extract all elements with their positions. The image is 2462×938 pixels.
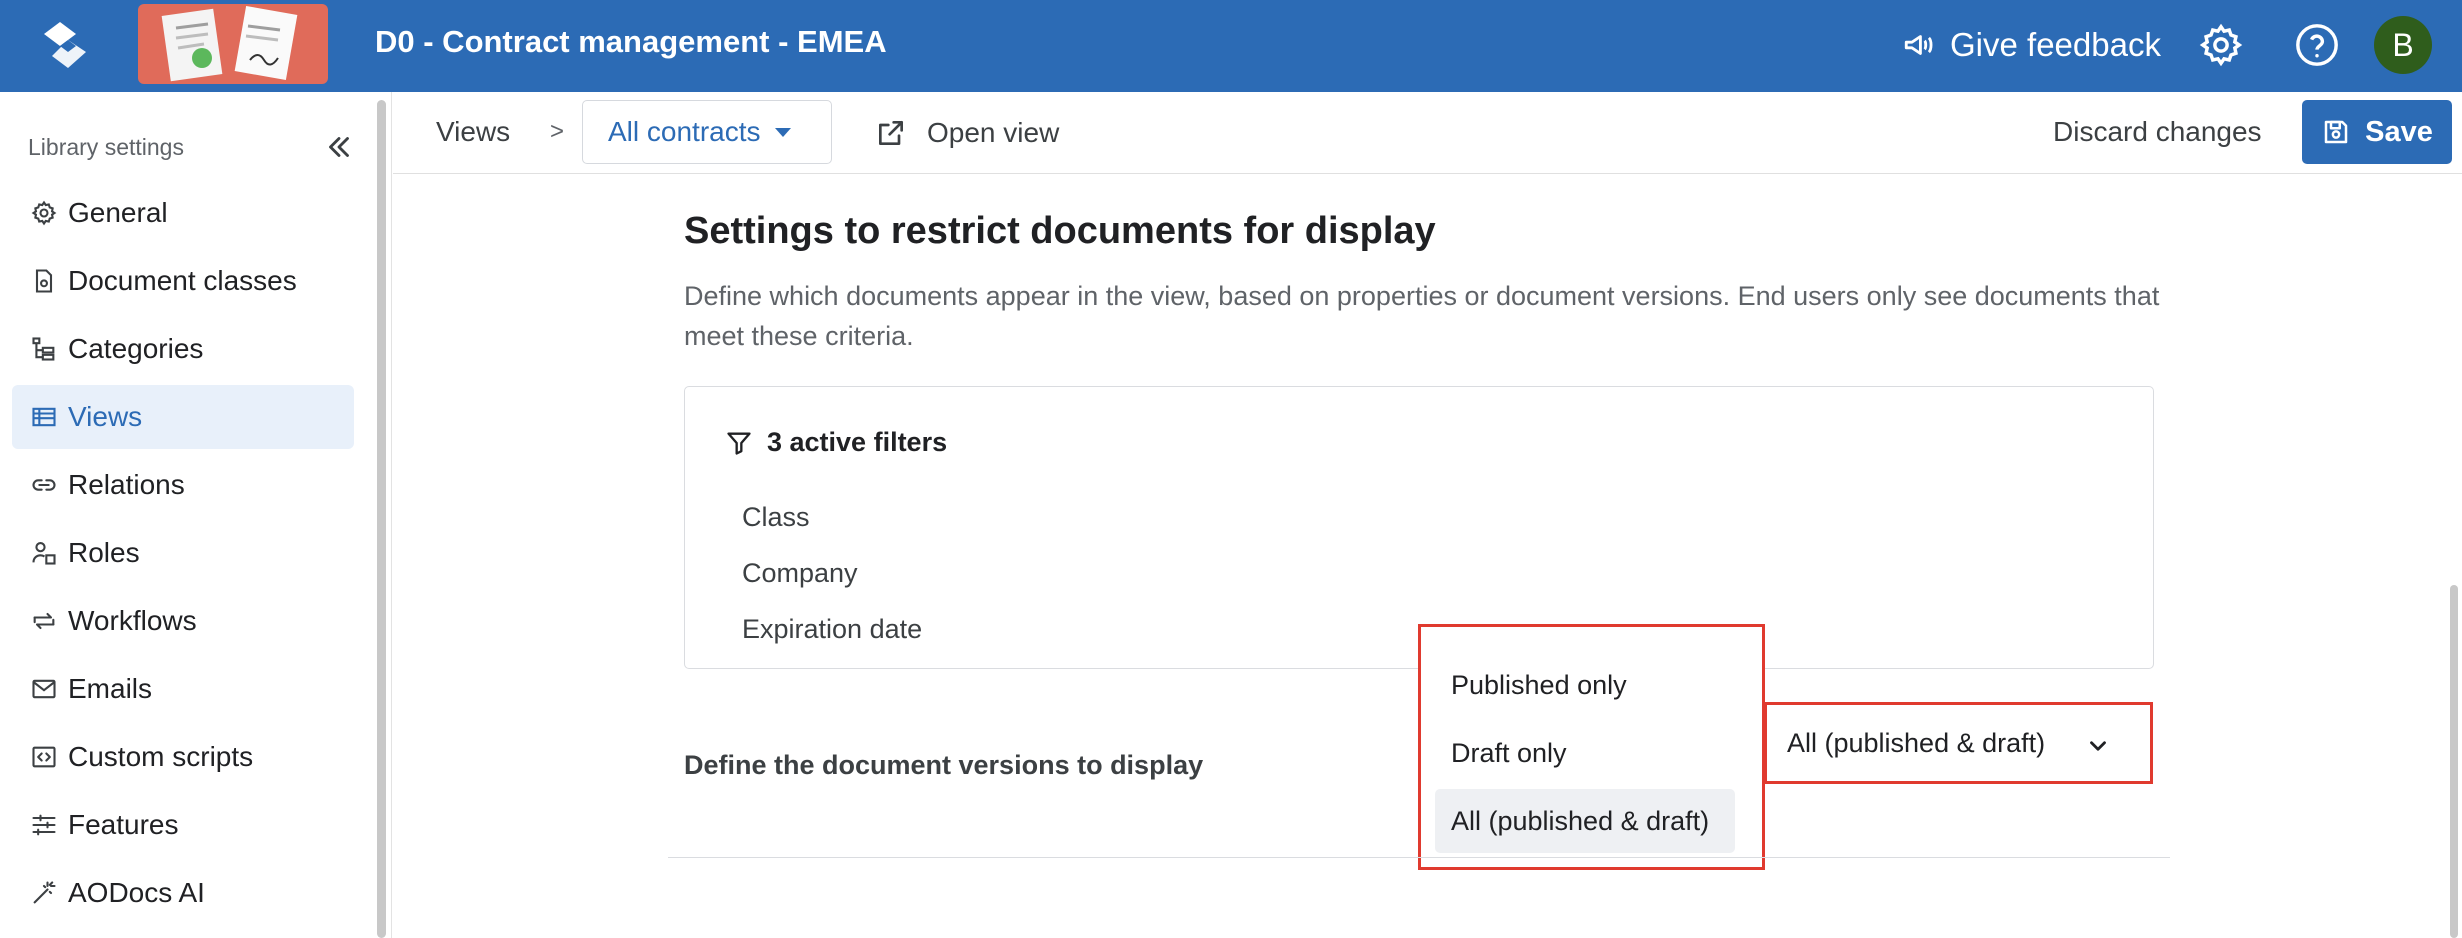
sidebar-item-workflows[interactable]: Workflows (12, 589, 354, 653)
sidebar-item-label: Workflows (68, 605, 197, 636)
section-description: Define which documents appear in the vie… (684, 281, 2160, 351)
settings-gear-icon[interactable] (2198, 22, 2244, 68)
library-thumbnail (138, 4, 328, 84)
top-bar: D0 - Contract management - EMEA Give fee… (0, 0, 2462, 92)
sidebar-item-aodocs-ai[interactable]: AODocs AI (12, 861, 354, 925)
filter-item-class: Class (742, 502, 810, 532)
megaphone-icon (1904, 35, 1933, 55)
save-label: Save (2365, 115, 2433, 148)
sidebar-item-label: Custom scripts (68, 741, 254, 772)
versions-label: Define the document versions to display (684, 750, 1204, 780)
caret-down-icon (774, 127, 791, 137)
active-filters-count: 3 active filters (767, 427, 948, 457)
chevron-down-icon (2090, 741, 2106, 751)
sliders-icon (32, 814, 56, 836)
roles-icon (32, 542, 56, 565)
filter-item-company: Company (742, 558, 858, 588)
workflow-icon (33, 612, 55, 630)
sidebar-item-emails[interactable]: Emails (12, 657, 354, 721)
option-draft-only[interactable]: Draft only (1435, 721, 1735, 785)
filter-item-expiration-date: Expiration date (742, 614, 923, 644)
main-scrollbar[interactable] (2450, 585, 2458, 938)
sidebar-item-features[interactable]: Features (12, 793, 354, 857)
user-avatar[interactable]: B (2374, 16, 2432, 74)
sidebar-item-label: Categories (68, 333, 204, 364)
give-feedback-button[interactable]: Give feedback (1902, 22, 2161, 68)
breadcrumb-separator: > (550, 118, 565, 145)
versions-select[interactable]: All (published & draft) (1764, 702, 2153, 784)
external-link-icon (879, 121, 903, 145)
section-divider (668, 857, 2170, 858)
sidebar-item-label: Views (68, 401, 143, 432)
views-icon (32, 407, 56, 427)
app-title: D0 - Contract management - EMEA (375, 24, 887, 59)
sidebar-item-categories[interactable]: Categories (12, 317, 354, 381)
code-icon (32, 746, 56, 768)
magic-wand-icon (33, 881, 56, 904)
sidebar-scrollbar[interactable] (377, 100, 386, 938)
sidebar-item-label: Document classes (68, 265, 297, 296)
sidebar-item-label: AODocs AI (68, 877, 205, 908)
mail-icon (32, 679, 56, 699)
categories-icon (32, 337, 55, 361)
open-view-button[interactable]: Open view (875, 108, 1059, 158)
save-button[interactable]: Save (2302, 100, 2452, 164)
gear-icon (31, 200, 57, 226)
current-view-label: All contracts (608, 116, 761, 147)
sidebar-item-label: Roles (68, 537, 140, 568)
sidebar-item-custom-scripts[interactable]: Custom scripts (12, 725, 354, 789)
option-all-published-draft[interactable]: All (published & draft) (1435, 789, 1735, 853)
sidebar-item-label: Relations (68, 469, 185, 500)
sidebar-item-document-classes[interactable]: Document classes (12, 249, 354, 313)
sidebar-item-label: Features (68, 809, 179, 840)
save-floppy-icon (2324, 120, 2348, 144)
open-view-label: Open view (927, 117, 1060, 148)
collapse-sidebar-icon[interactable] (322, 130, 356, 164)
breadcrumb-views-link[interactable]: Views (436, 116, 510, 148)
sidebar-item-views[interactable]: Views (12, 385, 354, 449)
versions-selected-value: All (published & draft) (1787, 727, 2046, 758)
sidebar-item-relations[interactable]: Relations (12, 453, 354, 517)
view-selector-dropdown[interactable]: All contracts (582, 100, 832, 164)
sidebar-item-label: General (68, 197, 168, 228)
sidebar-heading: Library settings (28, 134, 184, 160)
app-logo-icon[interactable] (40, 18, 96, 74)
link-icon (32, 479, 56, 491)
sidebar: Library settings General Document classe… (0, 92, 392, 938)
discard-changes-button[interactable]: Discard changes (2053, 116, 2262, 148)
sidebar-item-label: Emails (68, 673, 153, 704)
document-class-icon (35, 269, 53, 293)
sidebar-item-general[interactable]: General (12, 181, 354, 245)
section-title: Settings to restrict documents for displ… (684, 210, 1436, 252)
filter-funnel-icon (727, 432, 751, 455)
help-icon[interactable] (2294, 22, 2340, 68)
sidebar-item-roles[interactable]: Roles (12, 521, 354, 585)
versions-dropdown-menu: Published only Draft only All (published… (1418, 624, 1765, 870)
filters-header: 3 active filters (725, 427, 947, 458)
option-published-only[interactable]: Published only (1435, 653, 1735, 717)
give-feedback-label: Give feedback (1950, 26, 2161, 63)
view-toolbar: Views > All contracts Open view Discard … (393, 92, 2462, 174)
